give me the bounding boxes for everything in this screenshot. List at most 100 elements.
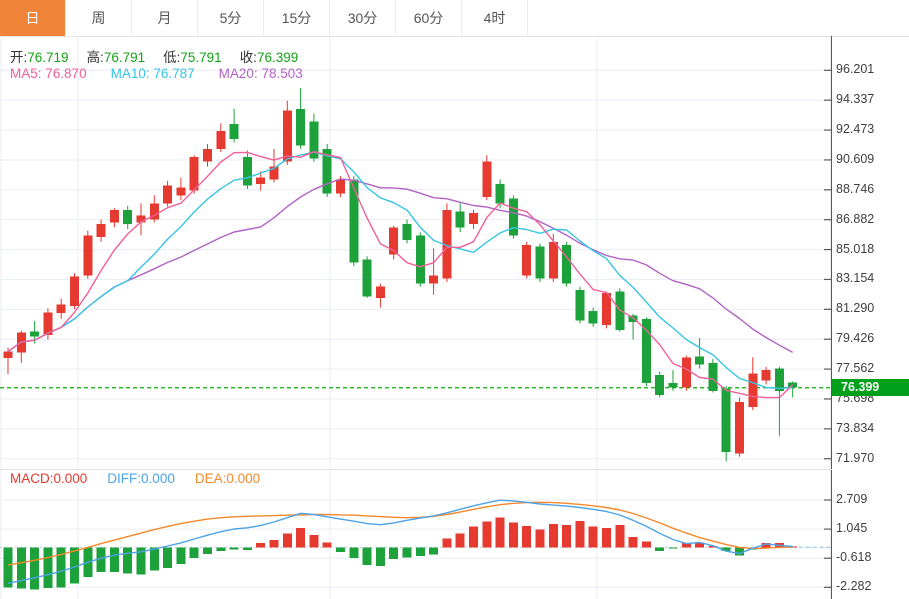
tab-weekly[interactable]: 周 xyxy=(66,0,132,36)
price-tick-label: 77.562 xyxy=(836,361,875,376)
macd-readout: MACD:0.000 xyxy=(10,471,87,486)
ma10-value: 76.787 xyxy=(153,66,195,81)
price-tick-label: 90.609 xyxy=(836,151,875,166)
ma20-label: MA20: xyxy=(218,66,258,81)
close-value: 76.399 xyxy=(256,50,299,65)
macd-bar xyxy=(522,526,532,548)
open-readout: 开:76.719 xyxy=(10,46,69,66)
tab-30min[interactable]: 30分 xyxy=(330,0,396,36)
candlestick xyxy=(3,351,13,359)
candlestick xyxy=(735,402,744,454)
macd-bar xyxy=(588,526,598,548)
candlestick xyxy=(469,212,478,225)
price-tick-label: 73.834 xyxy=(836,420,875,435)
macd-bar xyxy=(442,538,452,548)
macd-bar xyxy=(256,543,266,548)
tab-daily[interactable]: 日 xyxy=(0,0,66,36)
macd-bar xyxy=(123,547,133,574)
macd-bar xyxy=(615,525,625,548)
macd-bar xyxy=(203,547,212,555)
macd-bar xyxy=(508,522,518,548)
price-tick-label: 83.154 xyxy=(836,271,875,286)
ma5-legend: MA5: 76.870 xyxy=(10,66,87,81)
low-readout: 低:75.791 xyxy=(163,46,222,66)
main-chart-canvas[interactable] xyxy=(0,36,832,469)
candlestick xyxy=(535,246,545,279)
candlestick xyxy=(375,286,385,298)
diff-value: 0.000 xyxy=(141,471,175,486)
candlestick xyxy=(695,356,705,365)
macd-chart-canvas[interactable] xyxy=(0,470,832,599)
candlestick xyxy=(575,289,585,321)
macd-bar xyxy=(362,547,372,565)
diff-readout: DIFF:0.000 xyxy=(107,471,175,486)
candlestick xyxy=(455,211,465,228)
macd-bar xyxy=(189,547,199,559)
ohlc-row: 开:76.719 高:76.791 低:75.791 收:76.399 xyxy=(10,46,298,66)
price-tick-label: 86.882 xyxy=(836,211,875,226)
macd-bar xyxy=(109,547,119,572)
macd-bar xyxy=(562,525,572,548)
candlestick xyxy=(668,382,678,388)
macd-bar xyxy=(548,523,558,548)
tab-15min[interactable]: 15分 xyxy=(264,0,330,36)
candlestick xyxy=(562,245,572,284)
macd-bar xyxy=(149,547,159,571)
macd-bar xyxy=(3,547,13,588)
tab-4hour[interactable]: 4时 xyxy=(462,0,528,36)
macd-legend-row: MACD:0.000 DIFF:0.000 DEA:0.000 xyxy=(10,471,260,486)
macd-label: MACD: xyxy=(10,471,54,486)
candlestick xyxy=(761,370,771,381)
candlestick xyxy=(336,179,345,194)
macd-bar xyxy=(375,547,385,566)
candlestick xyxy=(748,373,758,407)
last-price-badge: 76.399 xyxy=(832,379,909,397)
ma20-line xyxy=(7,178,794,354)
candlestick xyxy=(548,241,558,279)
macd-bar xyxy=(309,535,319,548)
candlestick xyxy=(362,259,372,297)
candlestick xyxy=(522,245,532,276)
macd-tick-label: 1.045 xyxy=(836,521,868,536)
macd-bar xyxy=(641,541,651,548)
candlestick xyxy=(176,187,186,196)
candlestick xyxy=(109,209,119,223)
candlestick xyxy=(123,209,133,225)
macd-bar xyxy=(229,547,239,550)
candlestick xyxy=(189,156,199,191)
candlestick xyxy=(282,110,292,162)
macd-tick-label: -2.282 xyxy=(836,579,872,594)
macd-bar xyxy=(429,547,439,555)
price-tick-label: 96.201 xyxy=(836,62,875,77)
macd-bar xyxy=(16,547,26,589)
candlestick xyxy=(482,161,492,197)
tab-5min[interactable]: 5分 xyxy=(198,0,264,36)
macd-bar xyxy=(322,542,332,548)
tab-60min[interactable]: 60分 xyxy=(396,0,462,36)
candlestick xyxy=(216,131,226,149)
candlestick xyxy=(56,304,66,314)
macd-bar xyxy=(469,526,478,548)
dea-value: 0.000 xyxy=(226,471,261,486)
macd-bar xyxy=(176,547,186,565)
macd-bar xyxy=(282,533,292,548)
macd-bar xyxy=(415,547,425,557)
ma20-value: 78.503 xyxy=(261,66,303,81)
ma5-value: 76.870 xyxy=(45,66,87,81)
macd-bar xyxy=(535,529,545,548)
candlestick xyxy=(256,177,266,185)
candlestick xyxy=(296,108,306,146)
price-tick-label: 94.337 xyxy=(836,92,875,107)
candlestick xyxy=(655,374,665,395)
candlestick xyxy=(242,156,252,186)
candlestick xyxy=(83,235,93,276)
trading-chart-window: 日周月 5分 15分 30分 60分 4时 开:76.719 高:76.791 低:75.… xyxy=(0,0,909,599)
dea-label: DEA: xyxy=(194,471,227,486)
macd-bar xyxy=(602,528,611,548)
tab-monthly[interactable]: 月 xyxy=(132,0,198,36)
price-tick-label: 92.473 xyxy=(836,122,875,137)
close-label: 收: xyxy=(239,50,257,65)
candlestick xyxy=(508,198,518,236)
candlestick xyxy=(203,148,212,162)
candlestick xyxy=(163,185,173,204)
